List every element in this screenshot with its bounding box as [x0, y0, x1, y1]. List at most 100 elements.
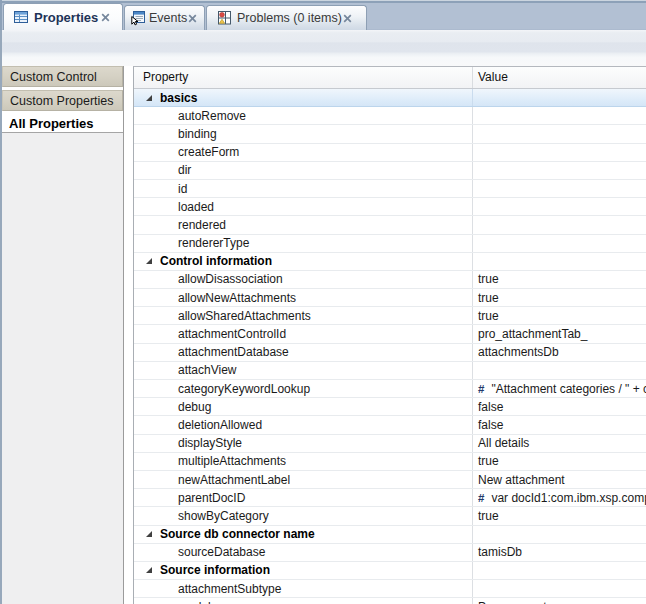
group-row[interactable]: Control information	[134, 253, 646, 271]
property-name-cell[interactable]: categoryKeywordLookup	[134, 380, 473, 397]
property-row[interactable]: allowDisassociationtrue	[134, 271, 646, 289]
property-value-cell[interactable]	[473, 362, 646, 379]
property-value-cell[interactable]: true	[473, 507, 646, 524]
property-row[interactable]: autoRemove	[134, 107, 646, 125]
property-name-cell[interactable]: newAttachmentLabel	[134, 471, 473, 488]
property-value-cell[interactable]: tamisDb	[473, 544, 646, 561]
property-value-cell[interactable]	[473, 162, 646, 179]
property-value-cell[interactable]	[473, 235, 646, 252]
property-value-cell[interactable]	[473, 216, 646, 233]
property-value-cell[interactable]: #var docId1:com.ibm.xsp.compon	[473, 489, 646, 506]
property-value-cell[interactable]	[473, 580, 646, 597]
property-value-cell[interactable]	[473, 107, 646, 124]
property-value-cell[interactable]: #"Attachment categories / " + cat	[473, 380, 646, 397]
property-row[interactable]: categoryKeywordLookup#"Attachment catego…	[134, 380, 646, 398]
sidebar-item-all-properties[interactable]: All Properties	[2, 114, 123, 132]
property-row[interactable]: sourceDatabasetamisDb	[134, 544, 646, 562]
property-name-cell[interactable]: attachmentDatabase	[134, 344, 473, 361]
property-row[interactable]: rendererType	[134, 235, 646, 253]
tab-problems-close-icon[interactable]	[343, 14, 352, 23]
property-name-cell[interactable]: id	[134, 180, 473, 197]
property-value-cell[interactable]: true	[473, 289, 646, 306]
property-value-cell[interactable]: true	[473, 453, 646, 470]
property-name-cell[interactable]: attachView	[134, 362, 473, 379]
property-row[interactable]: attachmentDatabaseattachmentsDb	[134, 344, 646, 362]
property-row[interactable]: newAttachmentLabelNew attachment	[134, 471, 646, 489]
property-name-cell[interactable]: rendered	[134, 216, 473, 233]
property-name-cell[interactable]: Control information	[134, 253, 473, 270]
group-row[interactable]: Source information	[134, 562, 646, 580]
sidebar-item-custom-control[interactable]: Custom Control	[2, 66, 123, 87]
property-name-cell[interactable]: attachmentControlId	[134, 325, 473, 342]
property-row[interactable]: parentDocID#var docId1:com.ibm.xsp.compo…	[134, 489, 646, 507]
property-value-cell[interactable]	[473, 144, 646, 161]
property-row[interactable]: deletionAllowedfalse	[134, 416, 646, 434]
property-name-cell[interactable]: sourceDatabase	[134, 544, 473, 561]
property-value-cell[interactable]	[473, 180, 646, 197]
property-name-cell[interactable]: module	[134, 598, 473, 604]
property-name-cell[interactable]: showByCategory	[134, 507, 473, 524]
property-name-cell[interactable]: basics	[134, 89, 473, 106]
property-name-cell[interactable]: loaded	[134, 198, 473, 215]
property-name-cell[interactable]: binding	[134, 125, 473, 142]
property-name-cell[interactable]: dir	[134, 162, 473, 179]
property-name-cell[interactable]: displayStyle	[134, 435, 473, 452]
tab-problems[interactable]: Problems (0 items)	[206, 5, 367, 30]
property-row[interactable]: rendered	[134, 216, 646, 234]
property-row[interactable]: showByCategorytrue	[134, 507, 646, 525]
tab-events[interactable]: Events	[124, 5, 205, 30]
property-value-cell[interactable]: Procurement	[473, 598, 646, 604]
column-header-value[interactable]: Value	[473, 67, 646, 88]
expanded-twisty-icon[interactable]	[146, 258, 152, 264]
property-name-cell[interactable]: Source information	[134, 562, 473, 579]
property-row[interactable]: attachmentSubtype	[134, 580, 646, 598]
property-name-cell[interactable]: attachmentSubtype	[134, 580, 473, 597]
property-name-cell[interactable]: allowDisassociation	[134, 271, 473, 288]
tab-properties-close-icon[interactable]	[101, 13, 110, 22]
property-row[interactable]: allowSharedAttachmentstrue	[134, 307, 646, 325]
property-value-cell[interactable]: true	[473, 307, 646, 324]
property-name-cell[interactable]: multipleAttachments	[134, 453, 473, 470]
property-row[interactable]: debugfalse	[134, 398, 646, 416]
property-row[interactable]: attachView	[134, 362, 646, 380]
property-value-cell[interactable]	[473, 89, 646, 106]
property-row[interactable]: multipleAttachmentstrue	[134, 453, 646, 471]
expanded-twisty-icon[interactable]	[146, 531, 152, 537]
expanded-twisty-icon[interactable]	[146, 95, 152, 101]
property-row[interactable]: loaded	[134, 198, 646, 216]
tab-events-close-icon[interactable]	[188, 14, 197, 23]
property-value-cell[interactable]: All details	[473, 435, 646, 452]
property-name-cell[interactable]: deletionAllowed	[134, 416, 473, 433]
property-value-cell[interactable]: New attachment	[473, 471, 646, 488]
property-name-cell[interactable]: rendererType	[134, 235, 473, 252]
property-value-cell[interactable]: attachmentsDb	[473, 344, 646, 361]
property-value-cell[interactable]: false	[473, 398, 646, 415]
property-name-cell[interactable]: parentDocID	[134, 489, 473, 506]
property-name-cell[interactable]: autoRemove	[134, 107, 473, 124]
property-name-cell[interactable]: allowNewAttachments	[134, 289, 473, 306]
property-value-cell[interactable]: pro_attachmentTab_	[473, 325, 646, 342]
property-row[interactable]: allowNewAttachmentstrue	[134, 289, 646, 307]
property-value-cell[interactable]	[473, 125, 646, 142]
property-value-cell[interactable]: true	[473, 271, 646, 288]
property-value-cell[interactable]	[473, 198, 646, 215]
property-name-cell[interactable]: allowSharedAttachments	[134, 307, 473, 324]
property-row[interactable]: displayStyleAll details	[134, 435, 646, 453]
property-row[interactable]: binding	[134, 125, 646, 143]
property-name-cell[interactable]: createForm	[134, 144, 473, 161]
property-row[interactable]: dir	[134, 162, 646, 180]
tab-properties[interactable]: Properties	[3, 3, 123, 30]
property-name-cell[interactable]: Source db connector name	[134, 526, 473, 543]
property-name-cell[interactable]: debug	[134, 398, 473, 415]
property-value-cell[interactable]	[473, 253, 646, 270]
group-row[interactable]: basics	[134, 89, 646, 107]
property-value-cell[interactable]: false	[473, 416, 646, 433]
group-row[interactable]: Source db connector name	[134, 526, 646, 544]
expanded-twisty-icon[interactable]	[146, 567, 152, 573]
property-value-cell[interactable]	[473, 562, 646, 579]
property-row[interactable]: moduleProcurement	[134, 598, 646, 604]
property-value-cell[interactable]	[473, 526, 646, 543]
property-row[interactable]: createForm	[134, 144, 646, 162]
sidebar-item-custom-properties[interactable]: Custom Properties	[2, 90, 123, 111]
property-row[interactable]: attachmentControlIdpro_attachmentTab_	[134, 325, 646, 343]
